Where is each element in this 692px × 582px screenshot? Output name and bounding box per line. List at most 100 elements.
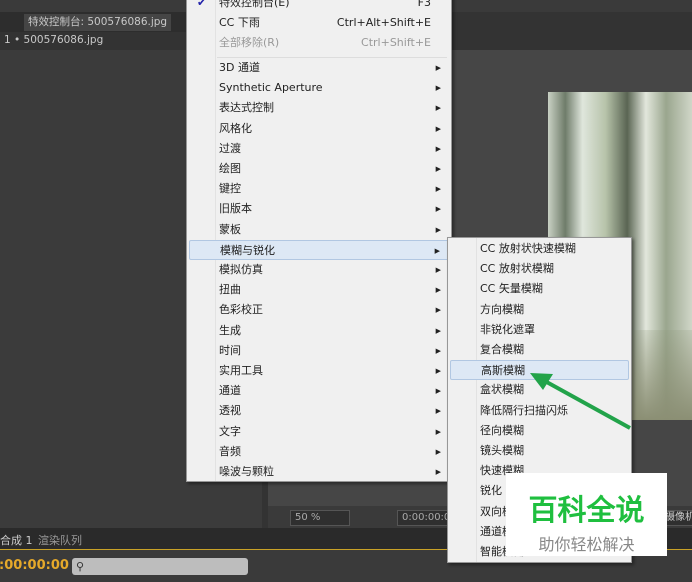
menu-item-label: 时间 (219, 343, 241, 357)
layer-name: 1 • 500576086.jpg (4, 34, 104, 46)
menu-item[interactable]: 风格化 ▶ (189, 119, 449, 139)
green-arrow-annotation (530, 373, 631, 430)
menu-item-label: 非锐化遮罩 (480, 322, 535, 336)
menu-item[interactable]: 实用工具 ▶ (189, 361, 449, 381)
submenu-item[interactable]: CC 矢量模糊 (450, 279, 629, 299)
menu-item[interactable]: CC 下雨 Ctrl+Alt+Shift+E (189, 13, 449, 33)
menu-item-label: 文字 (219, 424, 241, 438)
menu-item[interactable]: 绘图 ▶ (189, 159, 449, 179)
menu-item-label: CC 放射状快速模糊 (480, 242, 576, 255)
watermark: 百科全说 助你轻松解决 (506, 473, 667, 556)
tab-comp[interactable]: 合成 1 (0, 532, 33, 548)
menu-item-label: 镜头模糊 (480, 444, 524, 457)
submenu-item[interactable]: CC 放射状快速模糊 (450, 239, 629, 259)
menu-item-label: 高斯模糊 (481, 364, 525, 378)
menu-item[interactable]: 模糊与锐化 ▶ (189, 239, 449, 260)
menu-item-label: 蒙板 (219, 222, 241, 236)
menu-item-label: 模糊与锐化 (220, 243, 275, 257)
menu-item[interactable]: 过渡 ▶ (189, 139, 449, 159)
chevron-right-icon: ▶ (435, 286, 441, 295)
menu-item[interactable]: 模拟仿真 ▶ (189, 260, 449, 280)
menu-item-label: 色彩校正 (219, 303, 263, 317)
shortcut: F3 (417, 0, 431, 9)
chevron-right-icon: ▶ (435, 407, 441, 416)
chevron-right-icon: ▶ (435, 205, 441, 214)
menu-item[interactable]: 3D 通道 ▶ (189, 58, 449, 78)
menu-item[interactable]: 音频 ▶ (189, 442, 449, 462)
shortcut: Ctrl+Alt+Shift+E (336, 16, 431, 29)
chevron-right-icon: ▶ (434, 246, 440, 255)
menu-item-label: 风格化 (219, 121, 252, 135)
menu-item-label: 表达式控制 (219, 101, 274, 115)
submenu-item[interactable]: 复合模糊 (450, 340, 629, 360)
menu-item-label: 实用工具 (219, 364, 263, 377)
current-time[interactable]: 0:00:00:00 (0, 558, 69, 573)
zoom-select[interactable]: 50 % (290, 510, 350, 526)
menu-item[interactable]: 旧版本 ▶ (189, 199, 449, 219)
submenu-item[interactable]: 镜头模糊 (450, 441, 629, 461)
chevron-right-icon: ▶ (435, 367, 441, 375)
tab-render-queue[interactable]: 渲染队列 (38, 532, 82, 548)
shortcut: Ctrl+Shift+E (361, 36, 431, 49)
menu-item[interactable]: 色彩校正 ▶ (189, 300, 449, 320)
chevron-right-icon: ▶ (435, 84, 441, 93)
menu-item-label: 复合模糊 (480, 343, 524, 356)
menu-item-label: 特效控制台(E) (219, 0, 290, 9)
search-icon: ⚲ (76, 560, 85, 573)
submenu-item[interactable]: 非锐化遮罩 (450, 320, 629, 340)
menu-item-label: 音频 (219, 444, 241, 458)
menu-item-label: 通道 (219, 384, 241, 398)
menu-item[interactable]: 表达式控制 ▶ (189, 98, 449, 118)
chevron-right-icon: ▶ (435, 104, 441, 113)
menu-item-label: 旧版本 (219, 202, 252, 216)
menu-item-label: 盒状模糊 (480, 383, 524, 397)
menu-item[interactable]: 键控 ▶ (189, 179, 449, 199)
menu-item-label: CC 下雨 (219, 16, 260, 29)
menu-item[interactable]: Synthetic Aperture ▶ (189, 78, 449, 98)
menu-item-label: 生成 (219, 323, 241, 337)
chevron-right-icon: ▶ (435, 124, 441, 133)
menu-item-label: 键控 (219, 182, 241, 196)
menu-item[interactable]: 生成 ▶ (189, 321, 449, 341)
menu-item-label: 透视 (219, 404, 241, 418)
chevron-right-icon: ▶ (435, 266, 441, 274)
timeline-search-input[interactable]: ⚲ (72, 558, 248, 575)
chevron-right-icon: ▶ (435, 185, 441, 194)
menu-item-label: 噪波与颗粒 (219, 465, 274, 478)
menu-item[interactable]: 透视 ▶ (189, 401, 449, 421)
menu-item[interactable]: 时间 ▶ (189, 341, 449, 361)
chevron-right-icon: ▶ (435, 64, 441, 72)
chevron-right-icon: ▶ (435, 468, 441, 476)
menu-item-label: 径向模糊 (480, 423, 524, 437)
submenu-item[interactable]: CC 放射状模糊 (450, 259, 629, 279)
menu-item-label: Synthetic Aperture (219, 81, 323, 95)
watermark-title: 百科全说 (528, 493, 645, 527)
watermark-subtitle: 助你轻松解决 (538, 535, 635, 554)
submenu-item[interactable]: 方向模糊 (450, 300, 629, 320)
menu-item-label: 方向模糊 (480, 302, 524, 316)
effect-menu: ✔ 特效控制台(E) F3 CC 下雨 Ctrl+Alt+Shift+E 全部移除(R) C… (186, 0, 452, 482)
tab-effect-controls[interactable]: 特效控制台: 500576086.jpg (24, 14, 172, 31)
menu-item[interactable]: 噪波与颗粒 ▶ (189, 462, 449, 482)
menu-item-label: 模拟仿真 (219, 263, 263, 276)
chevron-right-icon: ▶ (435, 427, 441, 436)
menu-item[interactable]: 通道 ▶ (189, 381, 449, 401)
menu-item[interactable]: ✔ 特效控制台(E) F3 (189, 0, 449, 13)
menu-item-label: 过渡 (219, 141, 241, 155)
chevron-right-icon: ▶ (435, 225, 441, 234)
chevron-right-icon: ▶ (435, 306, 441, 315)
chevron-right-icon: ▶ (435, 165, 441, 173)
chevron-right-icon: ▶ (435, 447, 441, 456)
menu-item-label: 全部移除(R) (219, 36, 280, 49)
check-icon: ✔ (197, 0, 207, 9)
menu-item-label: 锐化 (480, 484, 502, 498)
menu-item-label: CC 放射状模糊 (480, 262, 554, 276)
menu-item[interactable]: 文字 ▶ (189, 422, 449, 442)
chevron-right-icon: ▶ (435, 144, 441, 153)
chevron-right-icon: ▶ (435, 346, 441, 355)
menu-item[interactable]: 全部移除(R) Ctrl+Shift+E (189, 33, 449, 53)
menu-item-label: 绘图 (219, 162, 241, 175)
menu-item[interactable]: 扭曲 ▶ (189, 280, 449, 300)
menu-item-label: 扭曲 (219, 283, 241, 297)
menu-item[interactable]: 蒙板 ▶ (189, 220, 449, 240)
